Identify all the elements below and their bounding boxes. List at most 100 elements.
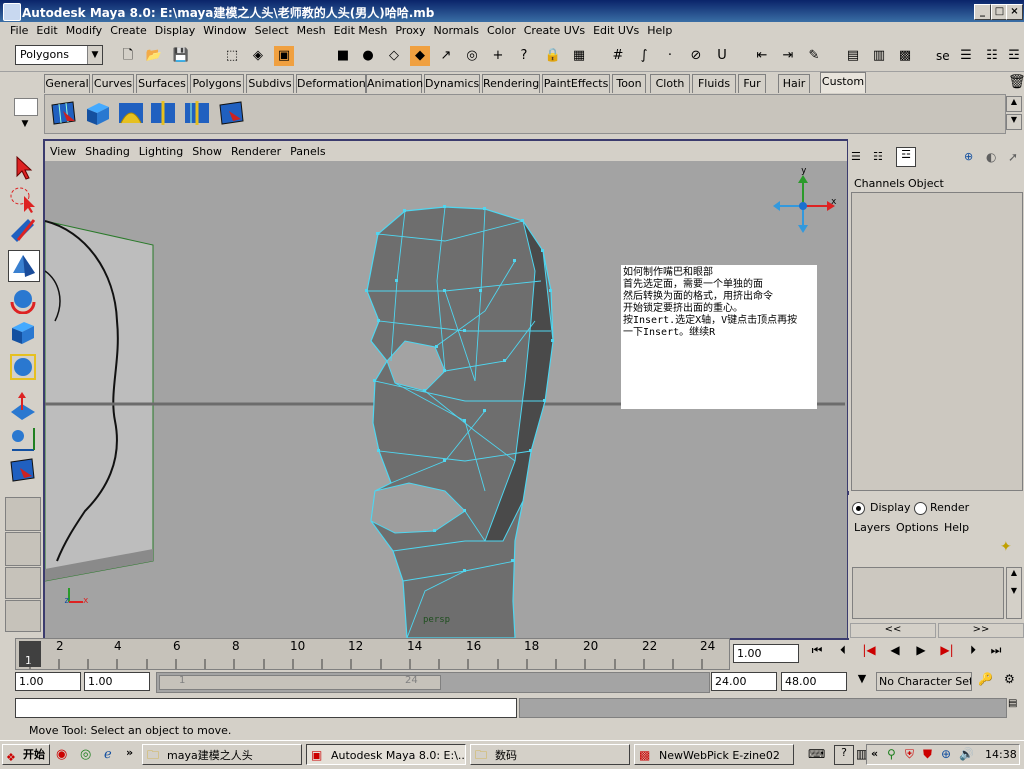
chevron-down-icon[interactable]: ▼ xyxy=(87,46,102,64)
layers-menu[interactable]: Layers xyxy=(854,521,890,534)
start-range-field[interactable]: 1.00 xyxy=(84,672,150,691)
select-tool-icon[interactable] xyxy=(8,152,38,182)
snap-point-icon[interactable]: · xyxy=(660,46,680,66)
menu-modify[interactable]: Modify xyxy=(62,22,106,37)
current-time-field[interactable]: 1.00 xyxy=(733,644,799,663)
menu-select[interactable]: Select xyxy=(251,22,293,37)
last-used-tool-icon[interactable] xyxy=(8,456,38,486)
panel-menu-view[interactable]: View xyxy=(45,141,80,158)
channel-layer-view-icon[interactable]: ☲ xyxy=(896,147,916,167)
make-live-icon[interactable]: U xyxy=(712,46,732,66)
menu-proxy[interactable]: Proxy xyxy=(391,22,429,37)
taskbar-button-folder[interactable]: 🗀 maya建模之人头 xyxy=(142,744,302,765)
new-scene-icon[interactable]: 🗋 xyxy=(118,46,138,66)
shelf-menu-arrow-icon[interactable]: ▼ xyxy=(14,119,36,133)
shelf-scroll-up-icon[interactable]: ▲ xyxy=(1006,96,1022,112)
menu-create-uvs[interactable]: Create UVs xyxy=(520,22,589,37)
tab-fur[interactable]: Fur xyxy=(738,74,766,93)
step-forward-frame-icon[interactable]: ⏵ xyxy=(960,643,986,658)
snap-curve-icon[interactable]: ∫ xyxy=(634,46,654,66)
tray-network-icon[interactable]: ⚲ xyxy=(887,747,896,761)
face-mask-icon[interactable]: ◇ xyxy=(384,46,404,66)
channel-menu-object[interactable]: Object xyxy=(908,177,944,190)
lasso-tool-icon[interactable] xyxy=(8,184,38,214)
script-editor-icon[interactable]: ▤ xyxy=(1008,698,1022,716)
menu-normals[interactable]: Normals xyxy=(429,22,483,37)
ipr-render-icon[interactable]: ▥ xyxy=(869,46,889,66)
step-back-key-icon[interactable]: |◀ xyxy=(856,643,882,657)
taskbar-button-digital[interactable]: 🗀 数码 xyxy=(470,744,630,765)
pivot-mask-icon[interactable]: ◎ xyxy=(462,46,482,66)
menu-edit-uvs[interactable]: Edit UVs xyxy=(589,22,643,37)
menu-window[interactable]: Window xyxy=(199,22,250,37)
layer-scrollbar[interactable]: ▲ ▼ xyxy=(1006,567,1022,619)
scale-tool-icon[interactable] xyxy=(8,318,38,348)
options-menu[interactable]: Options xyxy=(896,521,938,534)
vertex-mask-icon[interactable]: ■ xyxy=(333,46,353,66)
tray-volume-icon[interactable]: 🔊 xyxy=(959,747,974,761)
end-range-field[interactable]: 24.00 xyxy=(711,672,777,691)
animation-preferences-icon[interactable]: ⚙ xyxy=(1004,672,1022,691)
perspective-viewport[interactable]: View Shading Lighting Show Renderer Panels xyxy=(43,139,849,640)
tab-painteffects[interactable]: PaintEffects xyxy=(542,74,610,93)
menu-file[interactable]: File xyxy=(0,22,32,37)
channel-box-view-icon[interactable]: ☰ xyxy=(851,150,865,164)
trash-icon[interactable]: 🗑 xyxy=(1008,74,1024,90)
tool-settings-toggle-icon[interactable]: ☲ xyxy=(1004,46,1024,66)
plus-mask-icon[interactable]: + xyxy=(488,46,508,66)
menu-create[interactable]: Create xyxy=(106,22,151,37)
panel-menu-panels[interactable]: Panels xyxy=(285,141,329,158)
layer-prev-button[interactable]: << xyxy=(850,623,936,638)
render-settings-icon[interactable]: ▩ xyxy=(895,46,915,66)
open-scene-icon[interactable]: 📂 xyxy=(144,46,164,66)
snap-view-icon[interactable]: ⊘ xyxy=(686,46,706,66)
selection-field-label[interactable]: se xyxy=(936,49,950,63)
play-forward-icon[interactable]: ▶ xyxy=(908,643,934,657)
taskbar-button-newwebpick[interactable]: ▩ NewWebPick E-zine02 xyxy=(634,744,794,765)
auto-key-icon[interactable]: 🔑 xyxy=(978,672,1002,691)
close-button[interactable]: × xyxy=(1006,4,1023,20)
extrude-face-icon[interactable] xyxy=(217,99,245,127)
tab-surfaces[interactable]: Surfaces xyxy=(136,74,188,93)
soft-modification-icon[interactable] xyxy=(8,392,38,422)
tab-polygons[interactable]: Polygons xyxy=(190,74,244,93)
menu-mesh[interactable]: Mesh xyxy=(293,22,330,37)
split-polygon-icon[interactable] xyxy=(149,99,177,127)
tab-cloth[interactable]: Cloth xyxy=(650,74,690,93)
minimize-button[interactable]: _ xyxy=(974,4,991,20)
render-radio[interactable] xyxy=(914,502,927,515)
tray-shield-icon[interactable]: ⛊ xyxy=(923,747,932,762)
misc-mask-icon[interactable]: ↗ xyxy=(436,46,456,66)
quicklaunch-media-icon[interactable]: ◎ xyxy=(80,747,91,762)
select-component-icon[interactable]: ▣ xyxy=(274,46,294,66)
panel-menu-renderer[interactable]: Renderer xyxy=(226,141,285,158)
command-line-input[interactable] xyxy=(15,698,517,718)
universal-manipulator-icon[interactable] xyxy=(8,352,38,382)
tray-add-icon[interactable]: ⊕ xyxy=(941,747,951,761)
go-to-end-icon[interactable]: ⏭ xyxy=(986,643,1006,658)
layer-next-button[interactable]: >> xyxy=(938,623,1024,638)
new-layer-icon[interactable]: ✦ xyxy=(1000,539,1022,561)
keyboard-icon[interactable]: ⌨ xyxy=(808,747,825,761)
panel-menu-show[interactable]: Show xyxy=(187,141,226,158)
channel-box-toggle-icon[interactable]: ☰ xyxy=(956,46,976,66)
quicklaunch-app-icon[interactable]: ◉ xyxy=(56,747,67,762)
poly-cube-icon[interactable] xyxy=(83,99,111,127)
shelf-scroll-down-icon[interactable]: ▼ xyxy=(1006,114,1022,130)
snap-grid-icon[interactable]: # xyxy=(608,46,628,66)
show-manipulator-icon[interactable] xyxy=(8,424,38,454)
range-slider[interactable]: 1 24 xyxy=(156,672,710,693)
tab-custom[interactable]: Custom xyxy=(820,72,866,93)
menu-edit-mesh[interactable]: Edit Mesh xyxy=(330,22,392,37)
display-radio[interactable] xyxy=(852,502,865,515)
rotate-tool-icon[interactable] xyxy=(8,284,38,314)
help-icon[interactable]: ? xyxy=(834,745,854,765)
step-forward-key-icon[interactable]: ▶| xyxy=(934,643,960,657)
menu-display[interactable]: Display xyxy=(151,22,200,37)
poly-pipe-icon[interactable] xyxy=(117,99,145,127)
layer-editor-view-icon[interactable]: ☷ xyxy=(873,150,887,164)
tab-fluids[interactable]: Fluids xyxy=(692,74,736,93)
tab-subdivs[interactable]: Subdivs xyxy=(246,74,294,93)
panel-menu-shading[interactable]: Shading xyxy=(80,141,134,158)
tray-security-icon[interactable]: ⛨ xyxy=(905,747,914,762)
